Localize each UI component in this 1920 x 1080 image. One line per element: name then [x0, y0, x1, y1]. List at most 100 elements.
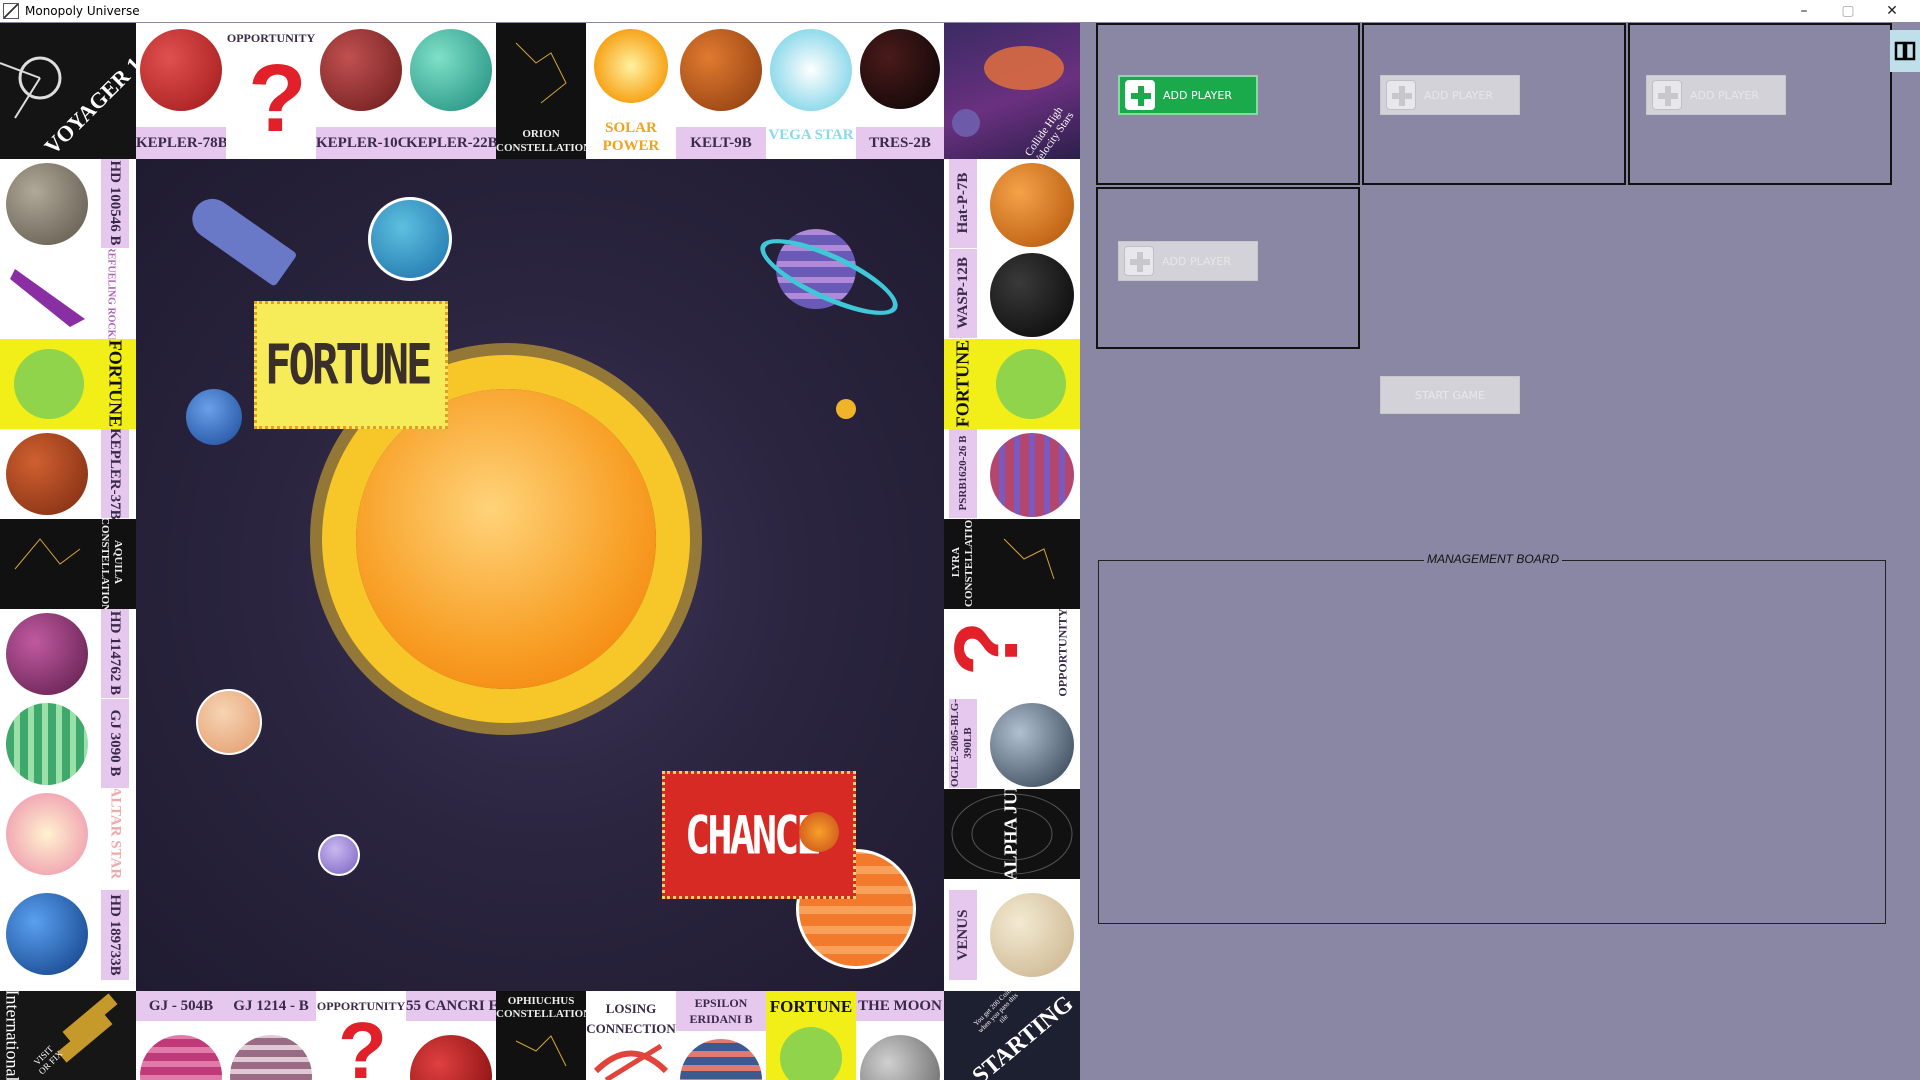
tile-kepler-37b[interactable]: KEPLER-37B	[0, 429, 136, 519]
question-mark-icon: ?	[338, 1006, 387, 1080]
corner-collide-stars: Collide High Velocity Stars	[944, 23, 1080, 159]
tile-fortune-bottom-label: FORTUNE	[769, 997, 853, 1016]
tile-tres-2b-label: TRES-2B	[856, 127, 944, 159]
planet-gj-1214b-icon	[230, 1035, 312, 1080]
add-player-button-1[interactable]: ADD PLAYER	[1118, 75, 1258, 115]
tile-kepler-37b-label: KEPLER-37B	[101, 429, 129, 519]
tile-kepler-78b[interactable]: KEPLER-78B	[136, 23, 226, 159]
add-player-button-3[interactable]: ADD PLAYER	[1646, 75, 1786, 115]
tile-kepler-22b-label: KEPLER-22B	[406, 127, 496, 159]
tile-vega-star[interactable]: VEGA STAR	[766, 23, 856, 159]
planet-moon-icon	[860, 1035, 940, 1080]
tile-hd-100546b-label: HD 100546 B	[101, 159, 129, 248]
add-player-button-4[interactable]: ADD PLAYER	[1118, 241, 1258, 281]
tile-ophiuchus-constellation[interactable]: OPHIUCHUS CONSTELLATION	[496, 991, 586, 1080]
planet-kepler-22b-icon	[410, 29, 492, 111]
tan-planet-icon	[196, 689, 262, 755]
tile-hd-114762b-label: HD 114762 B	[101, 609, 129, 698]
tile-ogle-2005[interactable]: OGLE-2005-BLG-390LB	[944, 699, 1080, 789]
tile-fortune-right[interactable]: FORTUNE	[944, 339, 1080, 429]
tile-aquila-constellation[interactable]: AQUILA CONSTELLATION	[0, 519, 136, 609]
tile-opportunity-top[interactable]: OPPORTUNITY ?	[226, 23, 316, 159]
player-slot-3: ADD PLAYER	[1628, 23, 1892, 185]
tile-lyra-constellation[interactable]: LYRA CONSTELLATION	[944, 519, 1080, 609]
planet-55-cancri-icon	[410, 1035, 492, 1080]
corner-voyager: VOYAGER 1	[0, 23, 136, 159]
tile-the-moon[interactable]: THE MOON	[856, 991, 944, 1080]
fortune-card[interactable]: FORTUNE	[254, 301, 448, 429]
tile-orion-constellation[interactable]: ORION CONSTELLATION	[496, 23, 586, 159]
sun-icon	[594, 29, 668, 103]
add-icon	[1125, 80, 1155, 110]
add-icon	[1652, 80, 1682, 110]
tile-opportunity-right-label: OPPORTUNITY	[1055, 609, 1070, 697]
book-icon	[1894, 41, 1916, 61]
tile-fortune-left-label: FORTUNE	[105, 339, 126, 428]
add-player-label-4: ADD PLAYER	[1162, 254, 1231, 268]
lilac-planet-icon	[318, 834, 360, 876]
tile-hd-100546b[interactable]: HD 100546 B	[0, 159, 136, 249]
tile-ogle-label: OGLE-2005-BLG-390LB	[949, 699, 977, 788]
tile-gj-3090b[interactable]: GJ 3090 B	[0, 699, 136, 789]
tile-gj-3090b-label: GJ 3090 B	[101, 699, 129, 788]
planet-psrb1620-icon	[990, 433, 1074, 517]
minimize-button[interactable]: –	[1782, 0, 1826, 22]
planet-kepler-78b-icon	[140, 29, 222, 111]
alien-icon	[14, 349, 84, 419]
tile-gj-504b[interactable]: GJ - 504B	[136, 991, 226, 1080]
tile-alpha-jump[interactable]: ALPHA JUMP	[944, 789, 1080, 879]
tile-wasp-12b[interactable]: WASP-12B	[944, 249, 1080, 339]
planet-gj-504b-icon	[140, 1035, 222, 1080]
planet-wasp-12b-icon	[990, 253, 1074, 337]
add-icon	[1386, 80, 1416, 110]
tile-solar-power-label: SOLAR POWER	[602, 120, 660, 154]
earth-icon	[368, 197, 452, 281]
tile-tres-2b[interactable]: TRES-2B	[856, 23, 944, 159]
tile-psrb1620[interactable]: PSRB1620-26 B	[944, 429, 1080, 519]
fortune-card-label: FORTUNE	[265, 333, 432, 397]
tile-kepler-10c[interactable]: KEPLER-10C	[316, 23, 406, 159]
player-slot-4: ADD PLAYER	[1096, 187, 1360, 349]
tile-opportunity-top-label: OPPORTUNITY	[226, 31, 316, 45]
tile-opportunity-bottom[interactable]: OPPORTUNITY ?	[316, 991, 406, 1080]
add-player-button-2[interactable]: ADD PLAYER	[1380, 75, 1520, 115]
tile-alpha-jump-label: ALPHA JUMP	[1000, 789, 1021, 879]
tile-altar-star[interactable]: ALTAR STAR	[0, 789, 136, 879]
chance-card[interactable]: CHANCE	[662, 771, 856, 899]
planet-ogle-icon	[990, 703, 1074, 787]
tile-opportunity-right[interactable]: ? OPPORTUNITY	[944, 609, 1080, 699]
tile-hat-p-7b[interactable]: Hat-P-7B	[944, 159, 1080, 249]
tile-fortune-left[interactable]: FORTUNE	[0, 339, 136, 429]
planet-tres-2b-icon	[860, 29, 940, 109]
start-game-button[interactable]: START GAME	[1380, 376, 1520, 414]
tile-kepler-22b[interactable]: KEPLER-22B	[406, 23, 496, 159]
app-icon	[3, 3, 19, 19]
tile-solar-power[interactable]: SOLAR POWER	[586, 23, 676, 159]
tile-epsilon-eridani-b[interactable]: EPSILON ERIDANI B	[676, 991, 766, 1080]
constellation-icon	[515, 42, 567, 104]
tile-hd-189733b[interactable]: HD 189733B	[0, 879, 136, 991]
corner-international-label: International	[2, 991, 23, 1080]
vega-star-icon	[770, 29, 852, 111]
planet-hat-p-7b-icon	[990, 163, 1074, 247]
tile-hat-p-7b-label: Hat-P-7B	[949, 159, 977, 248]
tile-losing-connection[interactable]: LOSING CONNECTION	[586, 991, 676, 1080]
tile-gj-504b-label: GJ - 504B	[136, 991, 226, 1021]
tile-gj-1214b[interactable]: GJ 1214 - B	[226, 991, 316, 1080]
close-button[interactable]: ✕	[1870, 0, 1914, 22]
maximize-button[interactable]: ▢	[1826, 0, 1870, 22]
tile-hd-114762b[interactable]: HD 114762 B	[0, 609, 136, 699]
tile-55-cancri-e[interactable]: 55 CANCRI E	[406, 991, 496, 1080]
game-board: VOYAGER 1 Collide High Velocity Stars In…	[0, 23, 1080, 1080]
tile-kelt-9b[interactable]: KELT-9B	[676, 23, 766, 159]
tile-psrb1620-label: PSRB1620-26 B	[949, 429, 977, 518]
constellation-icon	[14, 538, 81, 570]
rules-book-icon[interactable]	[1890, 30, 1920, 72]
tile-the-moon-label: THE MOON	[856, 991, 944, 1021]
tile-refueling-rockets[interactable]: REFUELING ROCKETS	[0, 249, 136, 339]
tile-fortune-bottom[interactable]: FORTUNE	[766, 991, 856, 1080]
tile-venus[interactable]: VENUS	[944, 879, 1080, 991]
planet-kelt-9b-icon	[680, 29, 762, 111]
add-icon	[1124, 246, 1154, 276]
add-player-label-1: ADD PLAYER	[1163, 88, 1232, 102]
